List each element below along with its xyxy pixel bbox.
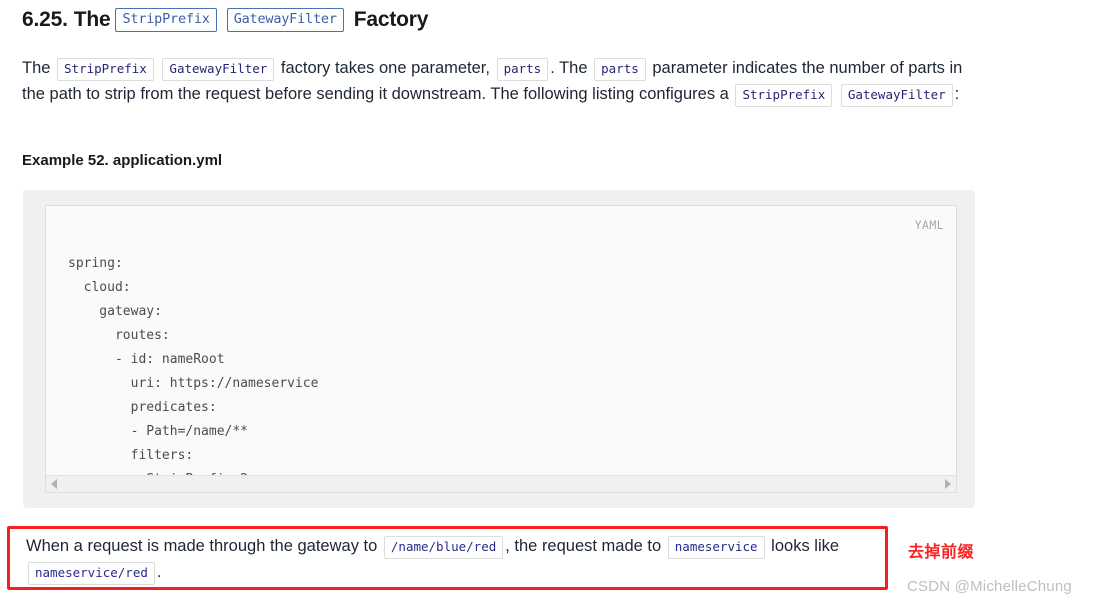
para-text-1: The <box>22 59 51 77</box>
heading-the: The <box>73 8 111 31</box>
inline-code-parts-2: parts <box>594 58 646 82</box>
code-listing-inner: YAML spring: cloud: gateway: routes: - i… <box>45 205 957 493</box>
note-text-3: looks like <box>771 537 840 555</box>
csdn-watermark: CSDN @MichelleChung <box>907 578 1072 595</box>
heading-code-gatewayfilter: GatewayFilter <box>226 8 344 32</box>
note-text-1: When a request is made through the gatew… <box>26 537 378 555</box>
heading-number: 6.25. <box>22 8 68 31</box>
heading-factory: Factory <box>353 8 429 31</box>
inline-code-parts-1: parts <box>496 58 549 82</box>
inline-code-gatewayfilter-2: GatewayFilter <box>840 84 953 108</box>
code-listing-container: YAML spring: cloud: gateway: routes: - i… <box>23 190 975 508</box>
example-caption: Example 52. application.yml <box>22 152 223 169</box>
scroll-right-arrow-icon[interactable] <box>945 479 951 489</box>
inline-code-name-blue-red: /name/blue/red <box>383 536 504 560</box>
language-label: YAML <box>914 218 944 232</box>
note-text-4: . <box>156 563 162 582</box>
chinese-annotation: 去掉前缀 <box>908 542 975 561</box>
intro-paragraph: The StripPrefix GatewayFilter factory ta… <box>22 55 974 108</box>
yaml-code-block: spring: cloud: gateway: routes: - id: na… <box>68 256 319 487</box>
para-text-3: . The <box>550 59 588 77</box>
scroll-left-arrow-icon[interactable] <box>51 479 57 489</box>
note-text-2: , the request made to <box>505 537 662 555</box>
heading-code-stripprefix: StripPrefix <box>115 8 217 32</box>
inline-code-stripprefix-2: StripPrefix <box>735 84 833 108</box>
inline-code-nameservice: nameservice <box>667 536 765 560</box>
inline-code-nameservice-red: nameservice/red <box>28 562 155 586</box>
para-text-2: factory takes one parameter, <box>280 59 490 77</box>
page-title: 6.25. The StripPrefix GatewayFilter Fact… <box>22 8 428 32</box>
horizontal-scrollbar[interactable] <box>46 475 956 492</box>
note-paragraph: When a request is made through the gatew… <box>26 533 871 586</box>
inline-code-gatewayfilter-1: GatewayFilter <box>162 58 275 82</box>
inline-code-stripprefix-1: StripPrefix <box>57 58 154 82</box>
para-text-5: : <box>954 85 960 104</box>
